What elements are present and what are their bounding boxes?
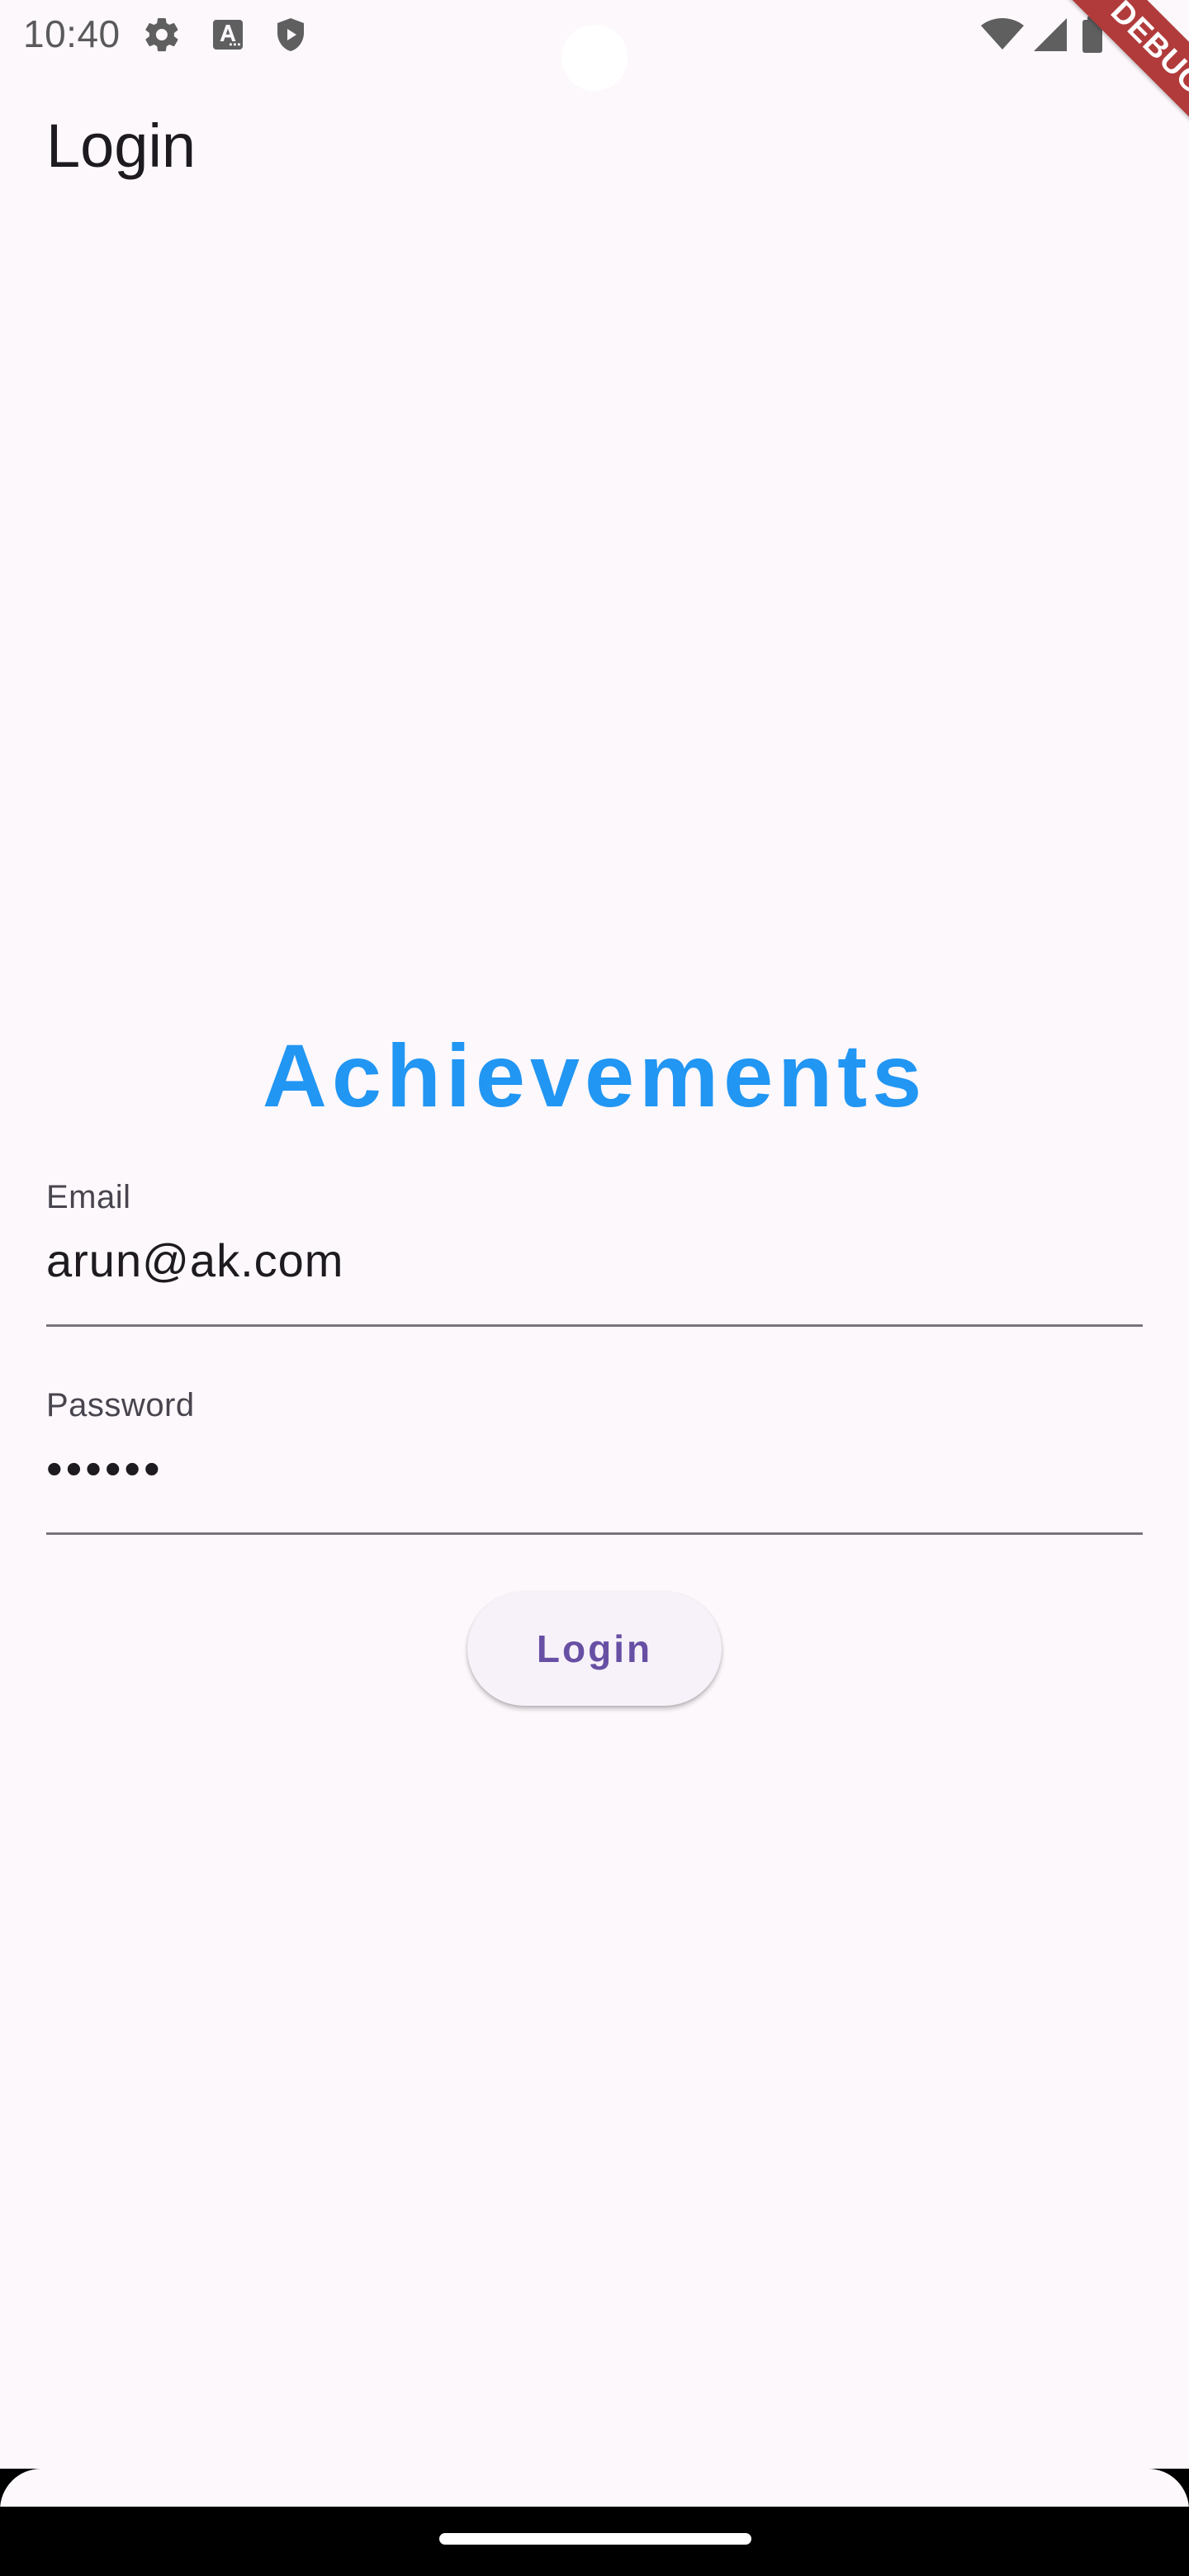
email-field[interactable]: Email <box>46 1179 1143 1328</box>
password-field[interactable]: Password <box>46 1387 1143 1536</box>
password-input[interactable] <box>46 1435 1143 1501</box>
screen-corner-left <box>0 2469 83 2551</box>
app-logo-text: Achievements <box>262 1025 927 1125</box>
signal-icon <box>1030 15 1070 54</box>
wifi-icon <box>979 15 1026 54</box>
screen-corner-right <box>1106 2469 1189 2551</box>
password-label: Password <box>46 1387 195 1423</box>
email-label: Email <box>46 1179 131 1215</box>
password-underline <box>46 1532 1143 1535</box>
status-time: 10:40 <box>23 12 121 55</box>
email-underline <box>46 1324 1143 1327</box>
login-button[interactable]: Login <box>467 1592 722 1706</box>
email-input[interactable] <box>46 1227 1143 1293</box>
text-a-icon <box>208 15 248 54</box>
gear-icon <box>142 15 182 54</box>
home-gesture-handle[interactable] <box>439 2533 751 2545</box>
page-title: Login <box>46 111 197 180</box>
camera-cutout <box>561 25 628 91</box>
shield-play-icon <box>271 15 310 54</box>
